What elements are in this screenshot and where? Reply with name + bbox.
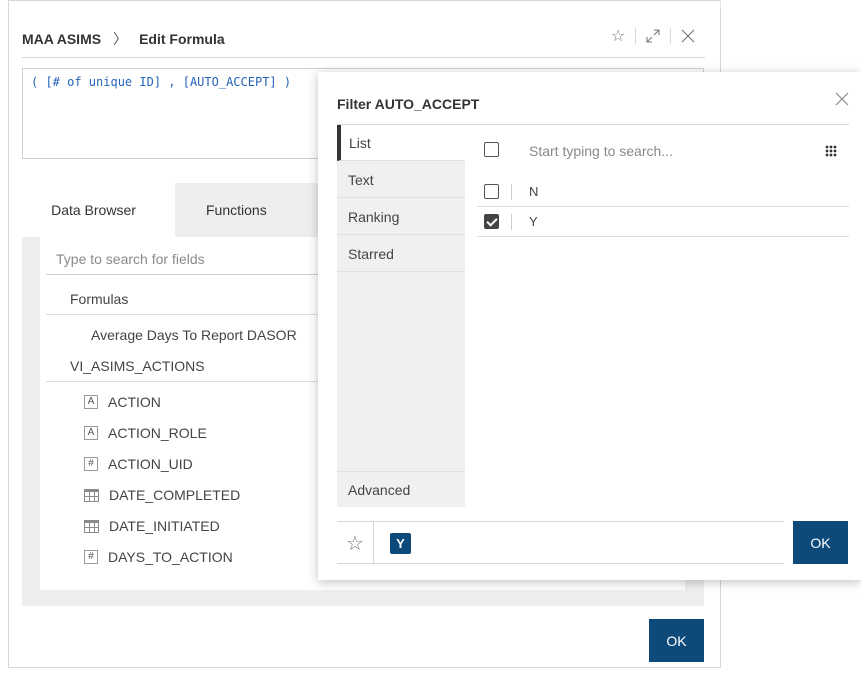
field-label: ACTION_UID: [108, 456, 193, 472]
field-label: ACTION: [108, 394, 161, 410]
option-label-y: Y: [529, 214, 538, 229]
filter-search-row: Start typing to search...: [477, 125, 849, 171]
ok-button[interactable]: OK: [649, 619, 704, 662]
selected-value-chip[interactable]: Y: [390, 533, 411, 554]
field-label: ACTION_ROLE: [108, 425, 207, 441]
star-outline-icon[interactable]: ☆: [601, 22, 635, 50]
tab-starred[interactable]: Starred: [337, 236, 465, 272]
filter-side-tabs: List Text Ranking Starred Advanced: [337, 125, 465, 507]
selection-bar: ☆ Y: [337, 521, 784, 565]
list-item[interactable]: Y: [477, 207, 849, 237]
select-all-checkbox[interactable]: [484, 142, 499, 157]
list-item[interactable]: DATE_INITIATED: [84, 514, 220, 538]
date-type-icon: [84, 488, 99, 502]
tab-list[interactable]: List: [337, 125, 465, 161]
field-label: DATE_INITIATED: [109, 518, 220, 534]
text-type-icon: A: [84, 426, 98, 440]
field-search-input[interactable]: Type to search for fields: [46, 245, 346, 275]
close-icon[interactable]: [671, 22, 705, 50]
field-label: Average Days To Report DASOR: [91, 327, 297, 343]
breadcrumb-root[interactable]: MAA ASIMS: [22, 31, 101, 47]
header-actions: ☆: [601, 22, 705, 50]
filter-popup: Filter AUTO_ACCEPT List Text Ranking Sta…: [318, 72, 861, 580]
text-type-icon: A: [84, 395, 98, 409]
tab-text[interactable]: Text: [337, 162, 465, 198]
list-item[interactable]: Average Days To Report DASOR: [91, 323, 297, 347]
option-label-n: N: [529, 184, 539, 199]
star-outline-icon[interactable]: ☆: [337, 522, 374, 565]
breadcrumb-separator-icon: 〉: [113, 30, 128, 47]
grid-menu-icon[interactable]: [825, 145, 837, 157]
list-item[interactable]: N: [477, 177, 849, 207]
number-type-icon: #: [84, 457, 98, 471]
option-checkbox-n[interactable]: [484, 184, 499, 199]
option-checkbox-y[interactable]: [484, 214, 499, 229]
field-label: DATE_COMPLETED: [109, 487, 241, 503]
dialog-header: MAA ASIMS 〉 Edit Formula ☆: [22, 20, 705, 58]
date-type-icon: [84, 519, 99, 533]
list-item[interactable]: DATE_COMPLETED: [84, 483, 240, 507]
page-title: Edit Formula: [139, 30, 225, 47]
tab-advanced[interactable]: Advanced: [337, 471, 465, 507]
divider: [511, 184, 512, 200]
close-icon[interactable]: [835, 90, 849, 111]
filter-ok-button[interactable]: OK: [793, 521, 848, 564]
list-item[interactable]: # ACTION_UID: [84, 452, 193, 476]
tab-functions[interactable]: Functions: [206, 183, 267, 237]
list-item[interactable]: # DAYS_TO_ACTION: [84, 545, 233, 569]
group-header-vi-asims-actions[interactable]: VI_ASIMS_ACTIONS: [46, 352, 346, 382]
list-item[interactable]: A ACTION_ROLE: [84, 421, 207, 445]
number-type-icon: #: [84, 550, 98, 564]
list-item[interactable]: A ACTION: [84, 390, 161, 414]
expand-icon[interactable]: [636, 22, 670, 50]
filter-popup-title: Filter AUTO_ACCEPT: [337, 96, 480, 112]
group-header-formulas[interactable]: Formulas: [46, 285, 346, 315]
field-label: DAYS_TO_ACTION: [108, 549, 233, 565]
filter-search-input[interactable]: Start typing to search...: [529, 143, 673, 159]
tab-data-browser[interactable]: Data Browser: [22, 183, 175, 237]
divider: [511, 214, 512, 230]
tab-ranking[interactable]: Ranking: [337, 199, 465, 235]
